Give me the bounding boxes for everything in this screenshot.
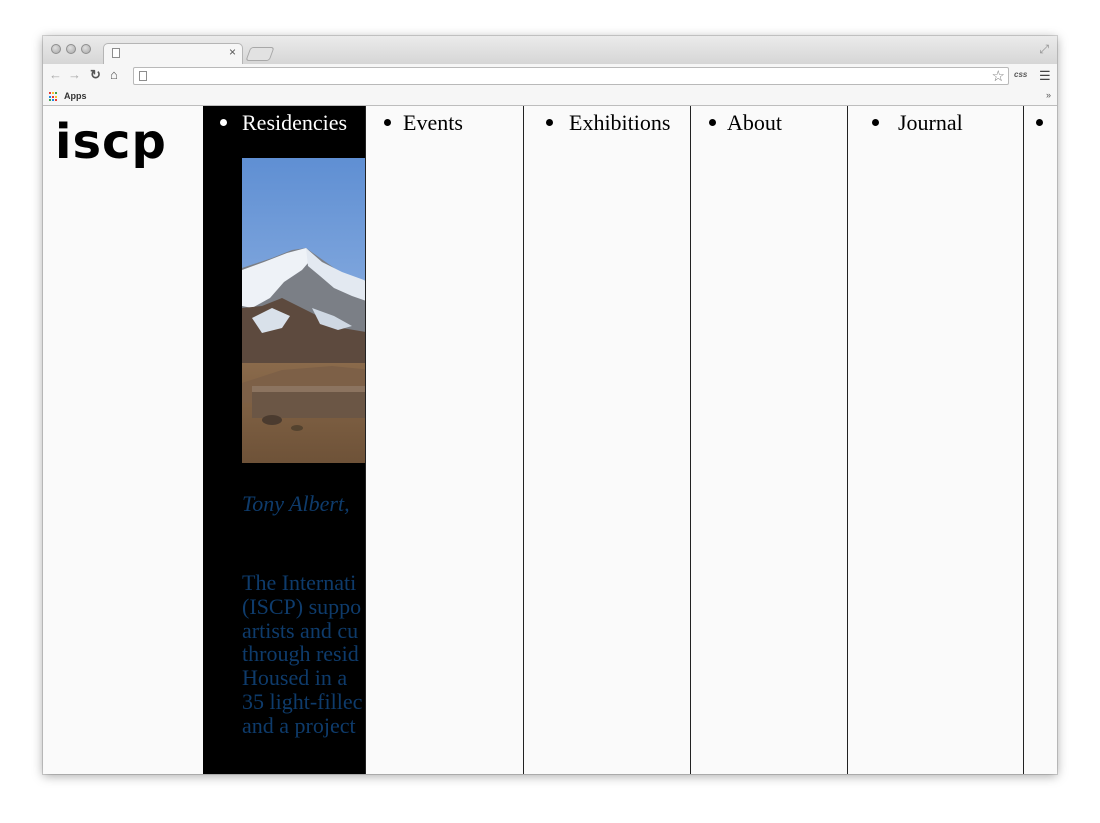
bullet-icon (709, 119, 716, 126)
hero-image (242, 158, 366, 463)
arrow-left-icon[interactable]: ← (49, 67, 62, 83)
bullet-icon (872, 119, 879, 126)
bullet-icon (384, 119, 391, 126)
mountain-landscape-photo (242, 158, 366, 463)
tab-close-icon[interactable]: × (229, 45, 236, 59)
page-info-icon[interactable] (139, 71, 147, 81)
image-caption[interactable]: Tony Albert, (242, 491, 350, 517)
browser-toolbar: ← → ↻ ⌂ ☆ css ☰ (43, 64, 1057, 88)
intro-line: artists and cu (242, 617, 359, 643)
nav-item-events[interactable]: Events (403, 110, 463, 136)
bookmarks-overflow-icon[interactable]: » (1046, 90, 1051, 100)
nav-item-exhibitions[interactable]: Exhibitions (569, 110, 670, 136)
intro-line: through resid (242, 641, 359, 667)
new-tab-button[interactable] (245, 47, 275, 61)
bookmarks-bar: Apps » (43, 88, 1057, 106)
site-logo[interactable]: iscp (55, 112, 167, 172)
nav-column-about[interactable]: About (690, 106, 848, 774)
title-bar: × ⤢ (43, 36, 1057, 64)
web-page: iscp Residencies Tony Albert, The Intern… (43, 106, 1057, 774)
nav-column-more[interactable] (1023, 106, 1057, 774)
address-bar[interactable]: ☆ (133, 67, 1009, 85)
intro-line: Housed in a (242, 665, 348, 691)
nav-item-about[interactable]: About (727, 110, 782, 136)
bullet-icon (1036, 119, 1043, 126)
arrow-right-icon[interactable]: → (68, 67, 81, 83)
intro-line: (ISCP) suppo (242, 593, 362, 619)
zoom-window-button[interactable] (81, 44, 91, 54)
fullscreen-icon[interactable]: ⤢ (1039, 42, 1049, 57)
apps-grid-icon[interactable] (49, 92, 59, 102)
home-icon[interactable]: ⌂ (110, 67, 118, 83)
nav-column-journal[interactable]: Journal (847, 106, 1024, 774)
nav-column-events[interactable]: Events (365, 106, 523, 774)
close-window-button[interactable] (51, 44, 61, 54)
intro-paragraph: The Internati (ISCP) suppo artists and c… (242, 571, 366, 738)
nav-item-residencies[interactable]: Residencies (242, 110, 347, 136)
bullet-icon (546, 119, 553, 126)
nav-column-residencies[interactable]: Residencies Tony Albert, The Internati (… (203, 106, 366, 774)
intro-line: and a project (242, 712, 356, 738)
browser-window: × ⤢ ← → ↻ ⌂ ☆ css ☰ Apps » iscp Residenc… (43, 36, 1057, 774)
bullet-icon (220, 119, 227, 126)
minimize-window-button[interactable] (66, 44, 76, 54)
intro-line: The Internati (242, 570, 357, 595)
document-icon (112, 48, 120, 58)
reload-icon[interactable]: ↻ (90, 67, 101, 83)
star-icon[interactable]: ☆ (992, 67, 1005, 85)
apps-bookmark[interactable]: Apps (64, 91, 87, 101)
nav-column-exhibitions[interactable]: Exhibitions (523, 106, 691, 774)
css-extension-button[interactable]: css (1014, 70, 1027, 79)
browser-tab[interactable]: × (103, 43, 243, 64)
hamburger-menu-icon[interactable]: ☰ (1039, 68, 1051, 84)
nav-item-journal[interactable]: Journal (898, 110, 963, 136)
intro-line: 35 light-fillec (242, 688, 363, 714)
